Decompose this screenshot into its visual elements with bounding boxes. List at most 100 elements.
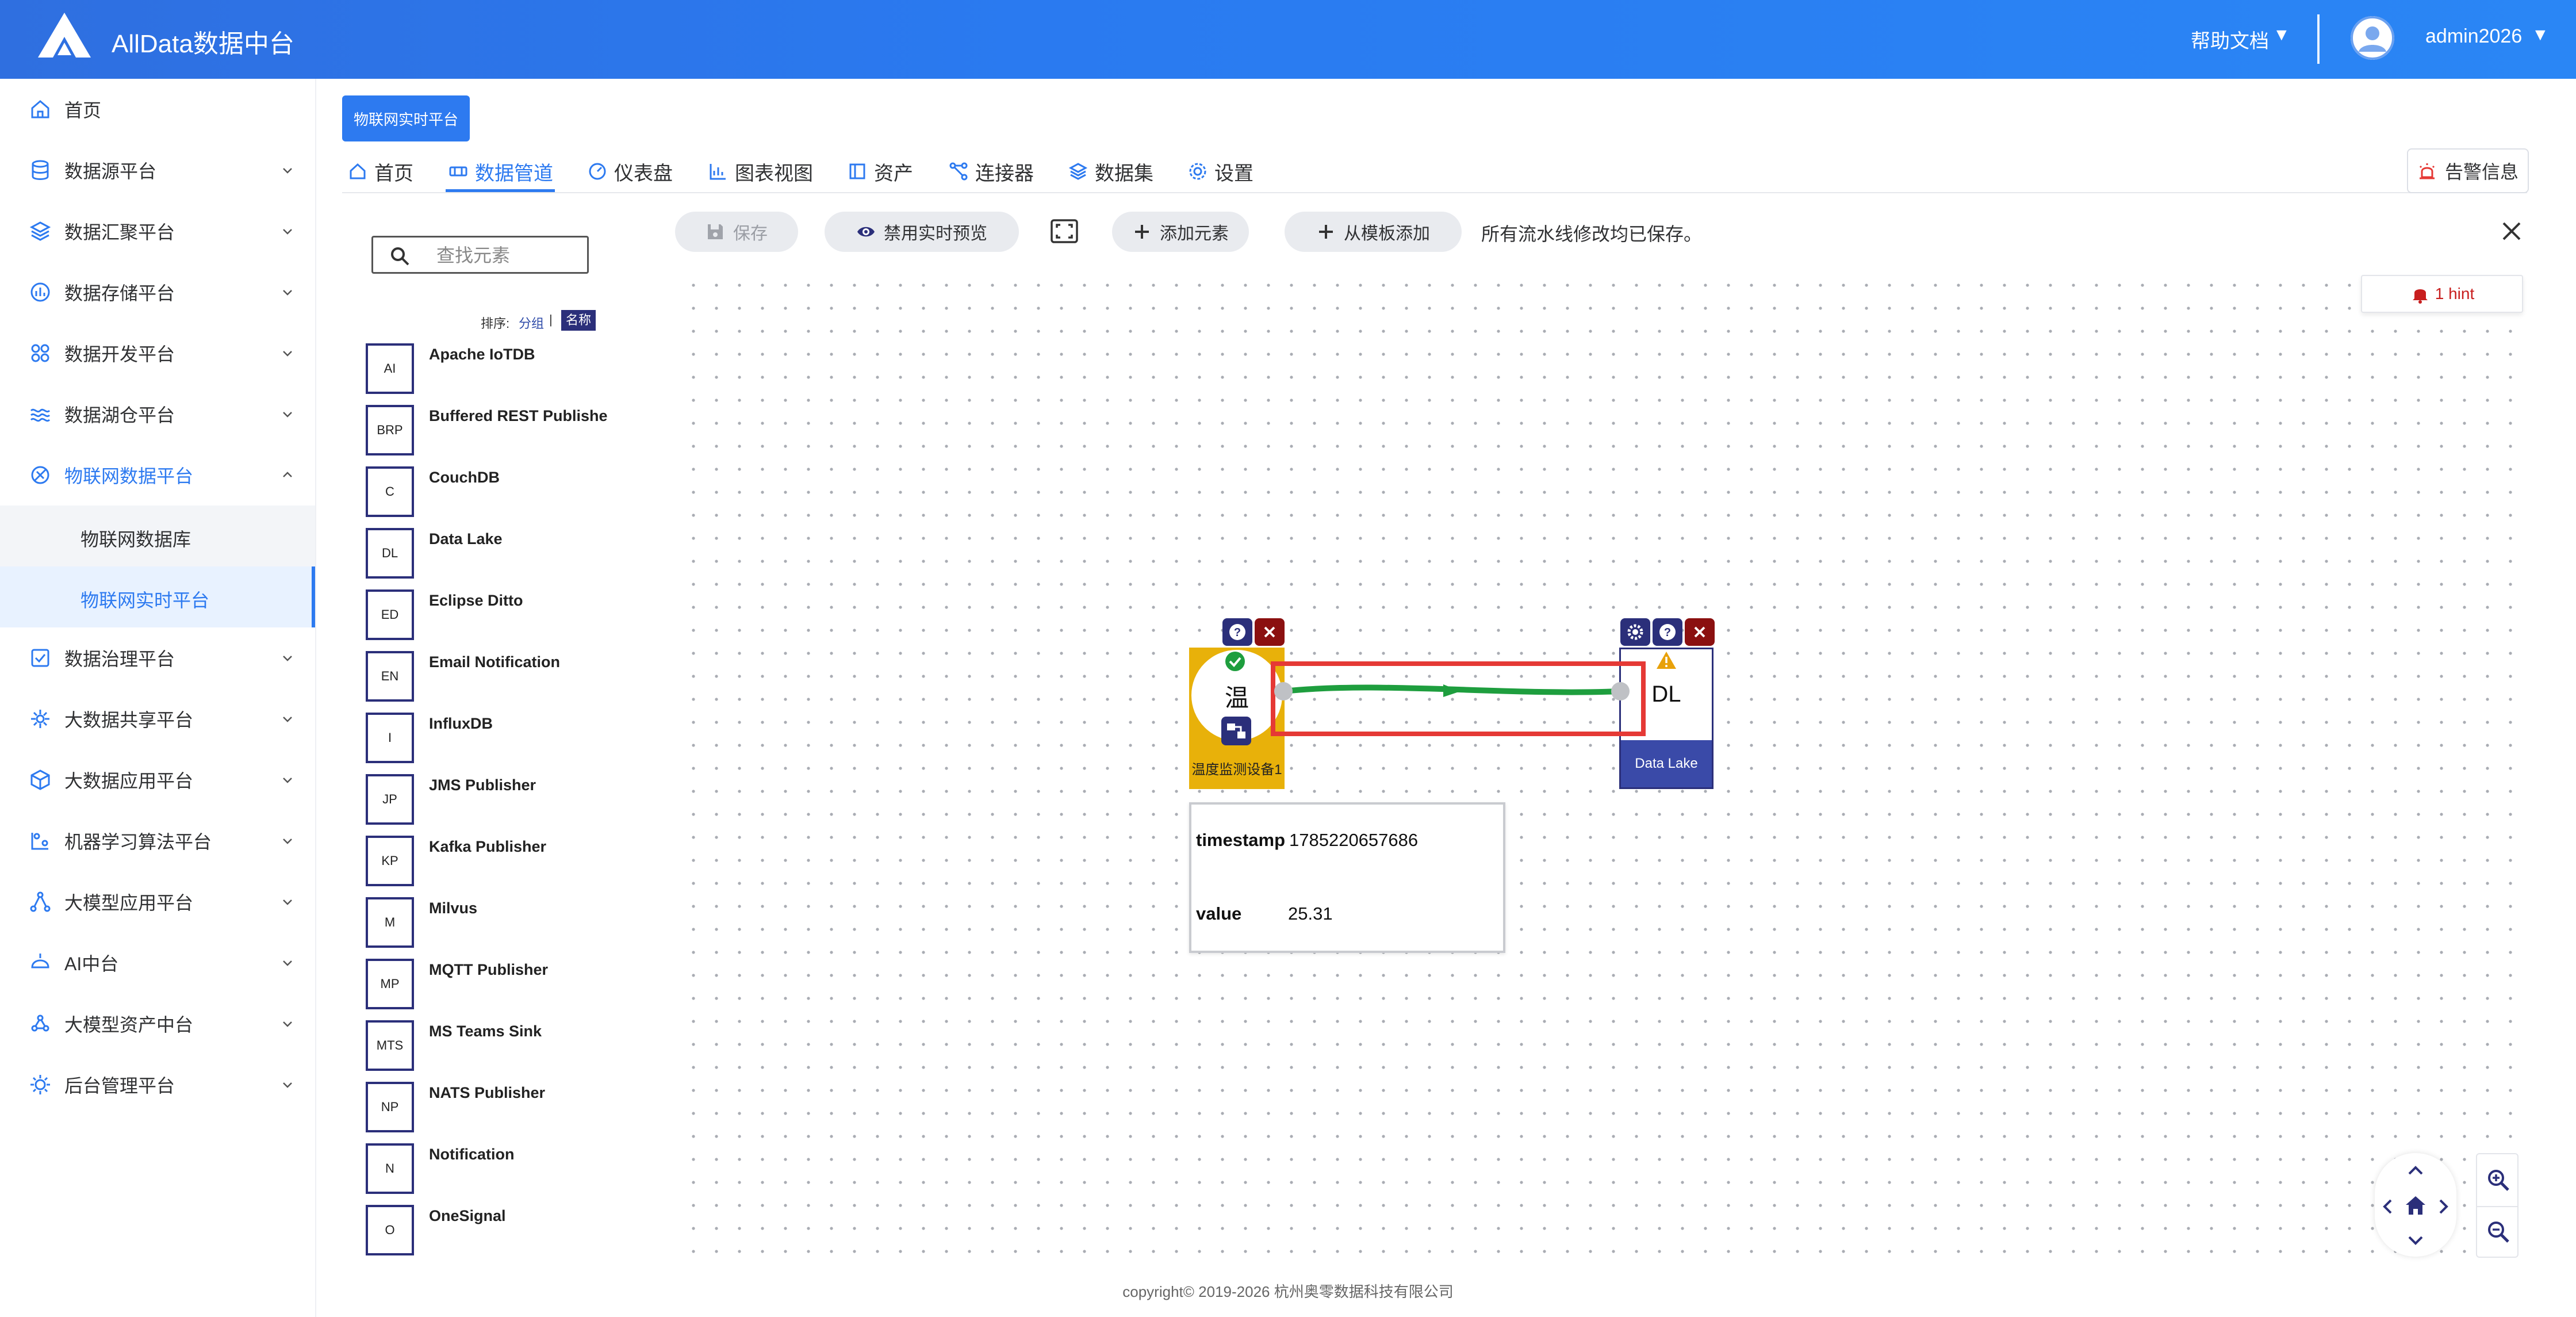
pipeline-edge[interactable] (1265, 656, 1667, 736)
page-tag[interactable]: 物联网实时平台 (342, 95, 470, 141)
tab-connectors[interactable]: 连接器 (949, 155, 1034, 187)
palette-element[interactable]: AI Apache IoTDB (366, 343, 607, 396)
gear-icon (1189, 163, 1206, 180)
share-icon (31, 710, 49, 728)
sidebar-item-model-app[interactable]: 大模型应用平台 (0, 871, 315, 932)
node-settings-button[interactable] (1620, 618, 1650, 646)
tab-dashboard[interactable]: 仪表盘 (588, 155, 673, 187)
tab-chart-view[interactable]: 图表视图 (708, 155, 813, 187)
sidebar-item-storage[interactable]: 数据存储平台 (0, 262, 315, 323)
preview-key: value (1196, 903, 1242, 924)
alarm-info-button[interactable]: 告警信息 (2407, 148, 2529, 193)
sort-by-name-button[interactable]: 名称 (561, 310, 596, 331)
tab-home[interactable]: 首页 (348, 155, 413, 187)
home-icon[interactable] (2404, 1193, 2428, 1218)
element-abbr: C (366, 466, 414, 517)
chevron-up-icon (283, 472, 292, 477)
user-dropdown-icon[interactable]: ▼ (2532, 25, 2549, 45)
element-name: Kafka Publisher (429, 838, 547, 855)
bell-icon (2412, 289, 2428, 304)
palette-element[interactable]: MP MQTT Publisher (366, 959, 607, 1012)
sidebar-item-governance[interactable]: 数据治理平台 (0, 627, 315, 688)
live-preview-panel: timestamp 1785220657686 value 25.31 (1189, 802, 1505, 953)
tab-datasets[interactable]: 数据集 (1068, 155, 1153, 187)
admin-icon (30, 1075, 50, 1094)
zoom-in-icon[interactable] (2486, 1168, 2510, 1192)
palette-element[interactable]: O OneSignal (366, 1205, 607, 1258)
sidebar-item-iot[interactable]: 物联网数据平台 (0, 445, 315, 506)
pan-left-icon[interactable] (2380, 1197, 2394, 1216)
connector-icon (949, 162, 968, 181)
help-dropdown-icon[interactable]: ▼ (2273, 25, 2290, 45)
palette-element[interactable]: EN Email Notification (366, 651, 607, 704)
node-delete-button[interactable] (1685, 618, 1715, 646)
toggle-live-preview-button[interactable]: 禁用实时预览 (825, 212, 1019, 252)
tab-settings[interactable]: 设置 (1188, 155, 1254, 187)
sidebar-item-model-asset[interactable]: 大模型资产中台 (0, 993, 315, 1054)
hint-indicator[interactable]: 1 hint (2361, 275, 2523, 313)
palette-element[interactable]: M Milvus (366, 897, 607, 950)
sidebar-item-label: 数据存储平台 (64, 283, 175, 304)
sidebar-item-datasource[interactable]: 数据源平台 (0, 140, 315, 201)
element-abbr: M (366, 897, 414, 948)
palette-element[interactable]: N Notification (366, 1143, 607, 1196)
asset-icon (849, 163, 865, 179)
pan-up-icon[interactable] (2406, 1163, 2425, 1177)
palette-element[interactable]: DL Data Lake (366, 528, 607, 581)
node-help-button[interactable]: ? (1653, 618, 1682, 646)
node-help-button[interactable]: ? (1222, 618, 1252, 646)
add-from-template-button[interactable]: 从模板添加 (1285, 212, 1462, 252)
zoom-out-icon[interactable] (2486, 1220, 2510, 1244)
sidebar-item-ai[interactable]: AI中台 (0, 932, 315, 993)
pan-right-icon[interactable] (2437, 1197, 2451, 1216)
plus-icon (1319, 225, 1333, 239)
fit-screen-icon[interactable] (1050, 219, 1079, 244)
element-abbr: O (366, 1205, 414, 1255)
sidebar-item-admin[interactable]: 后台管理平台 (0, 1054, 315, 1115)
sort-by-group-link[interactable]: 分组 (519, 313, 544, 332)
avatar[interactable] (2351, 16, 2394, 60)
palette-element[interactable]: MTS MS Teams Sink (366, 1020, 607, 1073)
hint-text: 1 hint (2435, 285, 2475, 303)
element-abbr: DL (366, 528, 414, 579)
tab-label: 仪表盘 (614, 162, 673, 185)
sidebar-item-home[interactable]: 首页 (0, 79, 315, 140)
element-name: Notification (429, 1146, 515, 1163)
element-search[interactable] (371, 236, 589, 274)
palette-element[interactable]: NP NATS Publisher (366, 1082, 607, 1135)
pan-control[interactable] (2375, 1153, 2456, 1257)
palette-element[interactable]: BRP Buffered REST Publisher (366, 405, 607, 458)
search-input[interactable] (436, 243, 580, 267)
sidebar-subitem-iot-realtime[interactable]: 物联网实时平台 (0, 566, 315, 627)
stream-icon (1221, 717, 1251, 745)
toggle-live-preview-label: 禁用实时预览 (884, 224, 987, 243)
palette-element[interactable]: C CouchDB (366, 466, 607, 519)
help-docs-link[interactable]: 帮助文档 (2191, 25, 2269, 53)
element-name: MQTT Publisher (429, 961, 549, 978)
sidebar-item-share[interactable]: 大数据共享平台 (0, 688, 315, 749)
pan-down-icon[interactable] (2406, 1234, 2425, 1247)
palette-element[interactable]: JP JMS Publisher (366, 774, 607, 827)
sidebar-item-application[interactable]: 大数据应用平台 (0, 749, 315, 810)
save-button[interactable]: 保存 (675, 212, 798, 252)
edge-target-port (1611, 682, 1630, 700)
user-name[interactable]: admin2026 (2425, 25, 2522, 48)
add-element-button[interactable]: 添加元素 (1112, 212, 1249, 252)
sidebar-item-lakehouse[interactable]: 数据湖仓平台 (0, 384, 315, 445)
sidebar-item-ml[interactable]: 机器学习算法平台 (0, 810, 315, 871)
svg-text:?: ? (1234, 626, 1241, 639)
sidebar-item-development[interactable]: 数据开发平台 (0, 323, 315, 384)
tab-pipeline[interactable]: 数据管道 (448, 155, 553, 187)
sidebar-item-aggregation[interactable]: 数据汇聚平台 (0, 201, 315, 262)
node-delete-button[interactable] (1255, 618, 1285, 646)
pipeline-canvas[interactable] (678, 270, 2527, 1259)
palette-element[interactable]: I InfluxDB (366, 713, 607, 765)
sidebar-subitem-iot-database[interactable]: 物联网数据库 (0, 506, 315, 566)
element-abbr: I (366, 713, 414, 763)
close-icon[interactable] (2499, 219, 2524, 244)
palette-element[interactable]: KP Kafka Publisher (366, 836, 607, 889)
element-abbr: N (366, 1143, 414, 1194)
chevron-down-icon (283, 229, 292, 235)
tab-assets[interactable]: 资产 (848, 155, 913, 187)
palette-element[interactable]: ED Eclipse Ditto (366, 589, 607, 642)
